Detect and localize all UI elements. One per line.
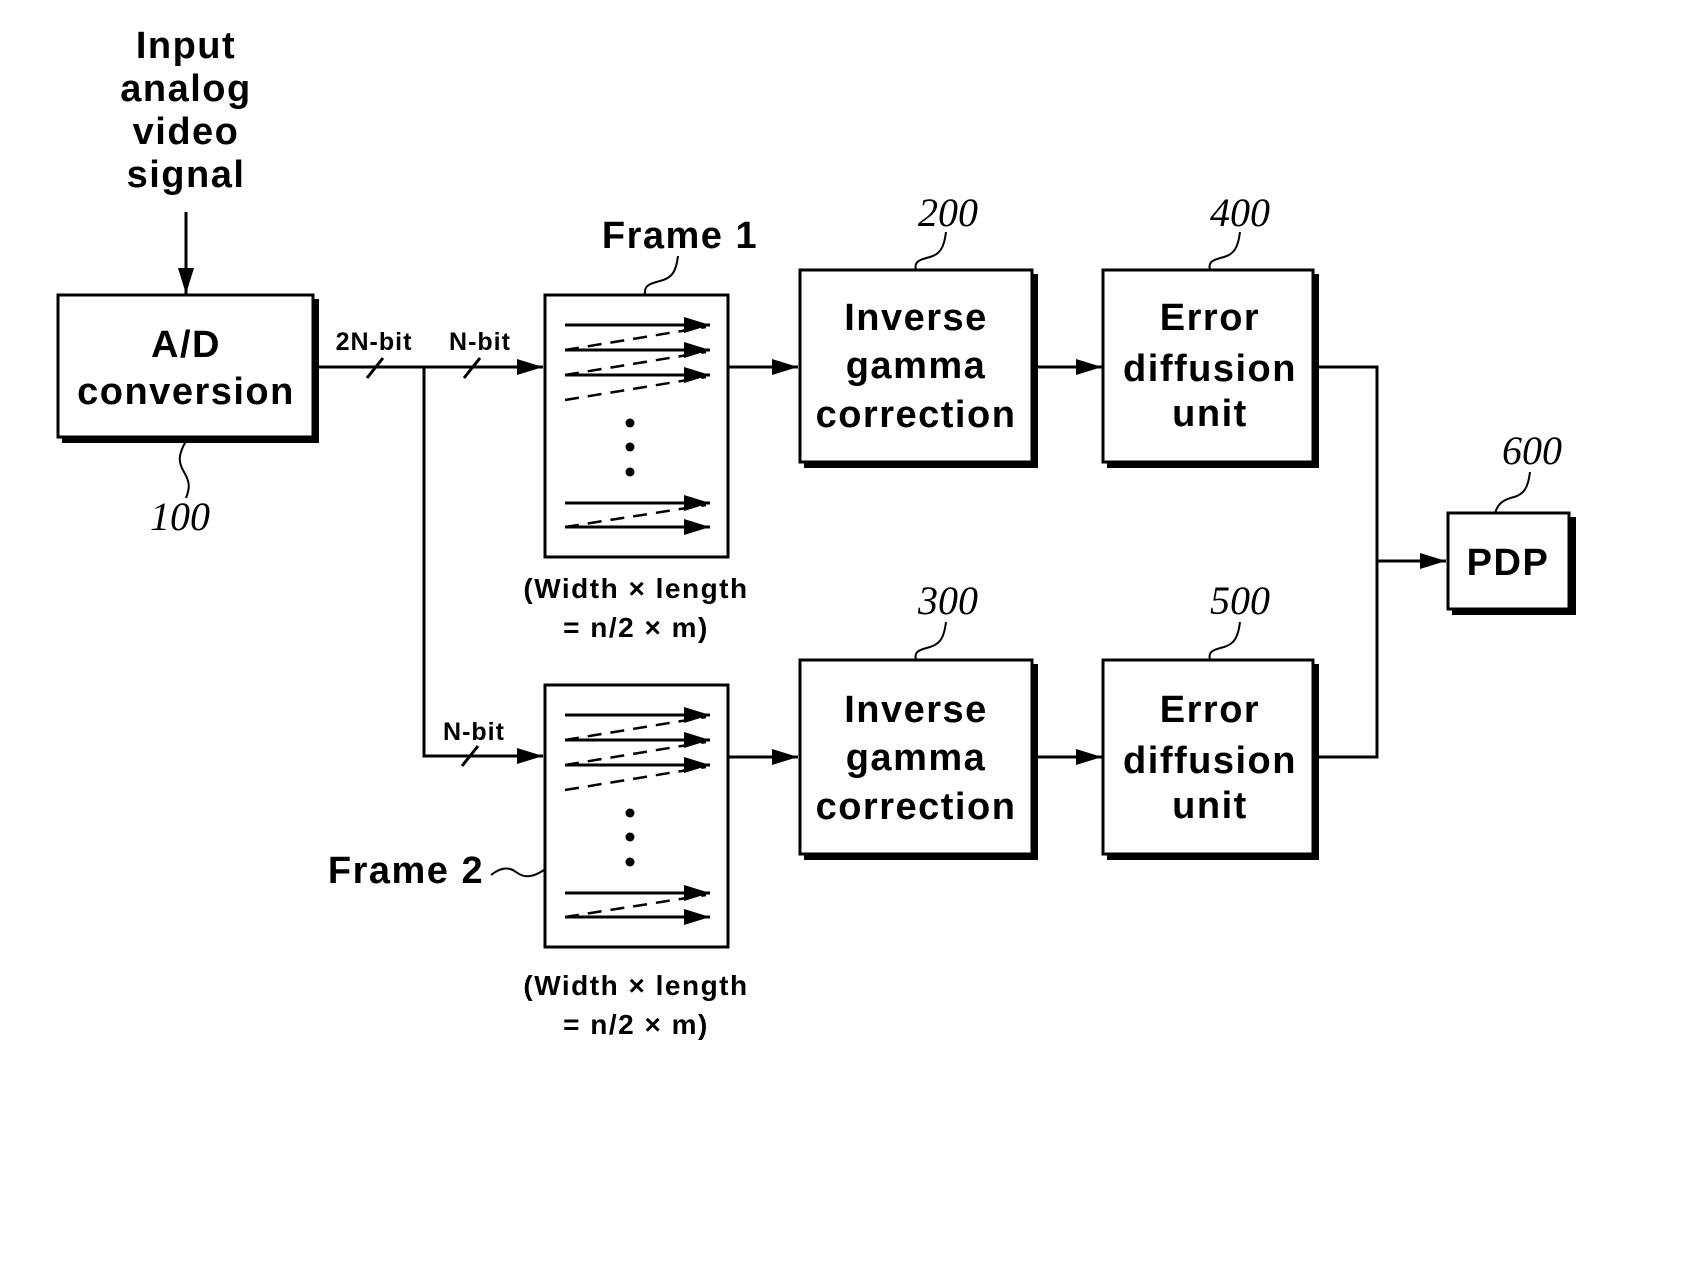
inverse-gamma-block-1[interactable]: Inverse gamma correction xyxy=(798,268,1038,468)
gamma1-ref-leader xyxy=(914,231,947,271)
frame1-leader xyxy=(643,255,679,296)
gamma2-line-1: Inverse xyxy=(844,689,988,731)
error1-line-2: diffusion xyxy=(1123,348,1297,390)
ad-conversion-block[interactable]: A/D conversion xyxy=(56,293,319,443)
ellipsis-dot xyxy=(625,857,635,867)
inverse-gamma-block-2[interactable]: Inverse gamma correction xyxy=(798,658,1038,860)
input-label-line-4: signal xyxy=(127,154,246,196)
error1-line-1: Error xyxy=(1160,297,1260,339)
ad-block-frame xyxy=(56,293,315,439)
error2-line-2: diffusion xyxy=(1123,740,1297,782)
input-label-line-2: analog xyxy=(120,68,251,110)
gamma2-ref-leader xyxy=(914,621,947,661)
ellipsis-dot xyxy=(625,467,635,477)
frame2-memory[interactable] xyxy=(543,683,730,949)
output-bus xyxy=(1316,365,1379,759)
frame1-label: Frame 1 xyxy=(602,215,758,257)
frame1-caption-line-1: (Width × length xyxy=(523,573,748,604)
frame2-caption-line-2: = n/2 × m) xyxy=(563,1009,709,1040)
frame2-box xyxy=(543,683,730,949)
error1-ref-leader xyxy=(1208,231,1241,271)
ad-ref-number: 100 xyxy=(150,494,210,539)
error2-line-3: unit xyxy=(1172,785,1248,827)
input-label-line-1: Input xyxy=(136,25,236,67)
gamma2-line-2: gamma xyxy=(846,737,987,779)
error-diffusion-block-1[interactable]: Error diffusion unit xyxy=(1101,268,1319,468)
input-label-line-3: video xyxy=(133,111,240,153)
frame2-caption-line-1: (Width × length xyxy=(523,970,748,1001)
gamma1-ref-number: 200 xyxy=(918,190,978,235)
gamma2-ref-number: 300 xyxy=(917,578,978,623)
frame1-caption-line-2: = n/2 × m) xyxy=(563,612,709,643)
gamma1-line-1: Inverse xyxy=(844,297,988,339)
frame2-leader xyxy=(490,867,545,878)
ellipsis-dot xyxy=(625,442,635,452)
pdp-ref-leader xyxy=(1494,471,1531,514)
gamma2-line-3: correction xyxy=(816,786,1017,828)
bus-label-n-bit-2: N-bit xyxy=(443,718,505,746)
error1-ref-number: 400 xyxy=(1210,190,1270,235)
pdp-ref-number: 600 xyxy=(1502,428,1562,473)
error2-line-1: Error xyxy=(1160,689,1260,731)
ad-block-line-2: conversion xyxy=(77,371,295,413)
bus-label-2n-bit: 2N-bit xyxy=(336,328,413,356)
error2-ref-number: 500 xyxy=(1210,578,1270,623)
error1-line-3: unit xyxy=(1172,393,1248,435)
bus-branch-to-frame2 xyxy=(422,367,543,764)
ellipsis-dot xyxy=(625,832,635,842)
pdp-label: PDP xyxy=(1467,542,1550,584)
bus-label-n-bit-1: N-bit xyxy=(449,328,511,356)
block-diagram: Input analog video signal A/D conversion… xyxy=(56,25,1576,1040)
ellipsis-dot xyxy=(625,418,635,428)
input-signal-label: Input analog video signal xyxy=(120,25,251,196)
pdp-block[interactable]: PDP xyxy=(1446,511,1576,615)
frame1-memory[interactable] xyxy=(543,293,730,559)
error2-ref-leader xyxy=(1208,621,1241,661)
ellipsis-dot xyxy=(625,808,635,818)
frame2-label: Frame 2 xyxy=(328,850,484,892)
ad-block-line-1: A/D xyxy=(151,324,221,366)
frame1-box xyxy=(543,293,730,559)
ad-ref-leader xyxy=(178,440,190,499)
gamma1-line-2: gamma xyxy=(846,345,987,387)
gamma1-line-3: correction xyxy=(816,394,1017,436)
error-diffusion-block-2[interactable]: Error diffusion unit xyxy=(1101,658,1319,860)
